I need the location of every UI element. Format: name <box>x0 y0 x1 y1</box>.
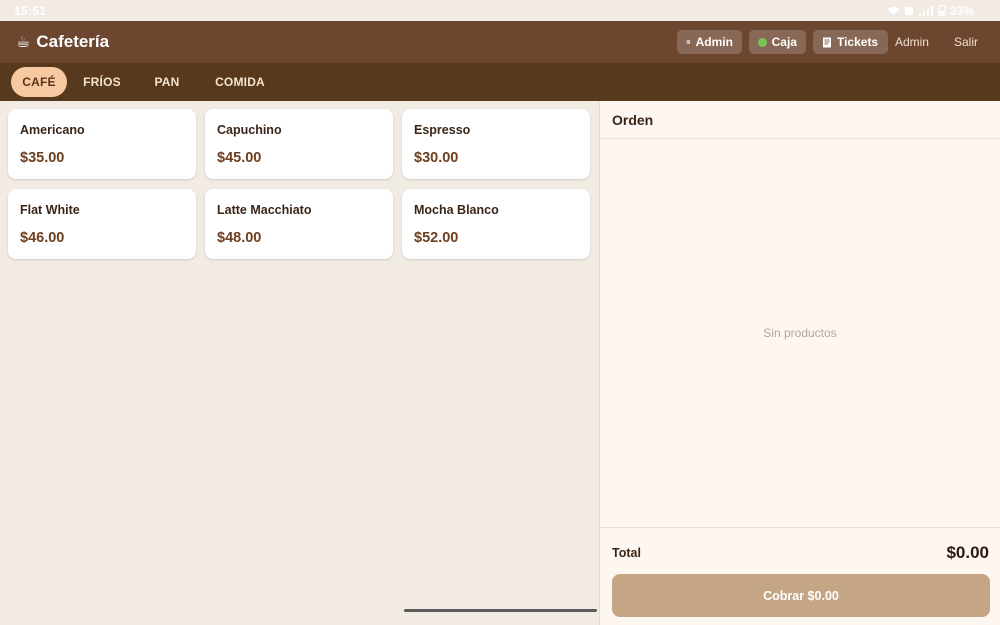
product-card-americano[interactable]: Americano $35.00 <box>8 109 196 179</box>
product-price: $46.00 <box>20 230 65 246</box>
product-price: $35.00 <box>20 150 65 166</box>
admin-link[interactable]: Admin <box>895 35 929 49</box>
caja-button-label: Caja <box>771 35 797 49</box>
product-price: $48.00 <box>217 230 262 246</box>
app-header: ☕ Cafetería Admin Caja Tickets Admin Sal… <box>0 21 1000 63</box>
product-card-capuchino[interactable]: Capuchino $45.00 <box>205 109 393 179</box>
coffee-cup-icon: ☕ <box>16 34 31 51</box>
admin-button-label: Admin <box>695 35 733 49</box>
product-name: Mocha Blanco <box>414 203 499 217</box>
status-time: 15:51 <box>14 3 47 18</box>
product-card-flat-white[interactable]: Flat White $46.00 <box>8 189 196 259</box>
product-name: Americano <box>20 123 85 137</box>
product-name: Flat White <box>20 203 80 217</box>
total-value: $0.00 <box>946 543 989 562</box>
tickets-button-label: Tickets <box>836 35 879 49</box>
signal-icon <box>918 5 933 16</box>
charge-button[interactable]: Cobrar $0.00 <box>612 574 990 617</box>
green-dot-icon <box>757 37 767 47</box>
order-panel: Orden Sin productos Total $0.00 Cobrar $… <box>599 101 1000 625</box>
product-name: Espresso <box>414 123 471 137</box>
tab-comida[interactable]: COMIDA <box>198 67 282 97</box>
receipt-icon <box>822 37 831 47</box>
product-price: $45.00 <box>217 150 262 166</box>
sim-icon <box>904 6 913 15</box>
status-icons: 33% <box>887 4 974 18</box>
product-grid: Americano $35.00 Capuchino $45.00 Espres… <box>0 101 599 625</box>
app-title: Cafetería <box>36 32 110 51</box>
product-name: Capuchino <box>217 123 282 137</box>
caja-button[interactable]: Caja <box>748 30 806 54</box>
wifi-icon <box>887 6 900 15</box>
product-price: $30.00 <box>414 150 459 166</box>
tab-pan[interactable]: PAN <box>141 67 193 97</box>
gesture-home-bar[interactable] <box>404 609 597 612</box>
tickets-button[interactable]: Tickets <box>812 30 888 54</box>
battery-icon <box>938 5 946 16</box>
battery-percent: 33% <box>949 3 974 18</box>
gear-icon <box>686 40 691 44</box>
product-price: $52.00 <box>414 230 459 246</box>
product-card-latte-macchiato[interactable]: Latte Macchiato $48.00 <box>205 189 393 259</box>
tab-cafe[interactable]: CAFÉ <box>11 67 67 97</box>
empty-order-message: Sin productos <box>763 326 837 340</box>
app-brand: ☕ Cafetería <box>16 32 109 52</box>
product-name: Latte Macchiato <box>217 203 312 217</box>
order-title: Orden <box>600 101 1000 139</box>
admin-button[interactable]: Admin <box>676 30 742 54</box>
product-card-espresso[interactable]: Espresso $30.00 <box>402 109 590 179</box>
total-label: Total <box>612 546 641 560</box>
header-actions: Admin Caja Tickets Admin Salir <box>670 21 984 63</box>
product-card-mocha-blanco[interactable]: Mocha Blanco $52.00 <box>402 189 590 259</box>
status-bar: 15:51 33% <box>0 0 1000 21</box>
order-footer: Total $0.00 Cobrar $0.00 <box>600 527 1000 625</box>
logout-link[interactable]: Salir <box>954 35 978 49</box>
category-tabs: CAFÉ FRÍOS PAN COMIDA <box>0 63 1000 101</box>
tab-frios[interactable]: FRÍOS <box>67 67 137 97</box>
